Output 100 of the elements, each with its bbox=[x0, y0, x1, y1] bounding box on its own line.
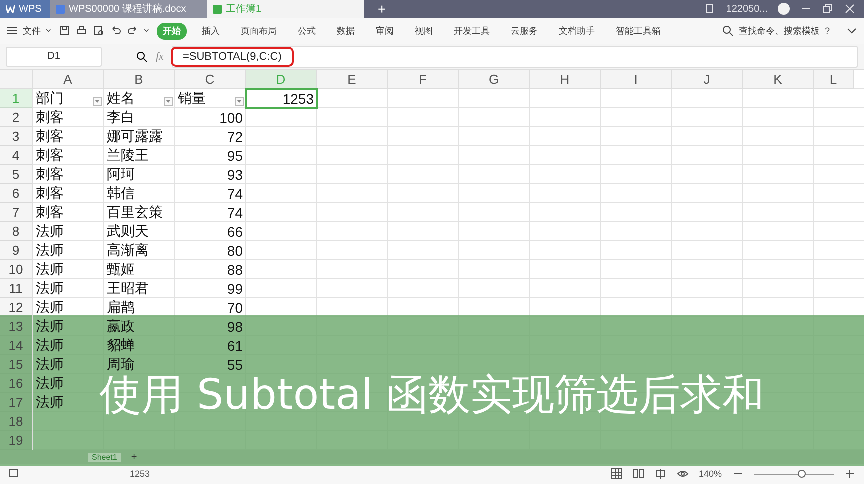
redo-icon[interactable] bbox=[127, 25, 139, 37]
grid-view-icon[interactable] bbox=[610, 468, 623, 480]
column-header[interactable]: A bbox=[33, 70, 104, 89]
help-button[interactable]: ? bbox=[824, 26, 830, 36]
table-cell-text: 刺客 bbox=[35, 146, 65, 164]
table-cell-text: 99 bbox=[226, 280, 244, 298]
ribbon-tab[interactable]: 插入 bbox=[196, 22, 226, 40]
ribbon-tab[interactable]: 文档助手 bbox=[553, 22, 601, 40]
table-cell-text: 93 bbox=[226, 166, 244, 184]
table-cell-text: 兰陵王 bbox=[106, 146, 150, 164]
table-cell: 姓名 bbox=[104, 89, 175, 108]
table-cell-text: 100 bbox=[218, 108, 244, 127]
layout-view-icon[interactable] bbox=[654, 468, 667, 480]
undo-icon[interactable] bbox=[110, 25, 122, 37]
name-box[interactable]: D1 bbox=[6, 46, 102, 66]
row-header[interactable]: 19 bbox=[0, 431, 33, 450]
tablet-icon[interactable] bbox=[704, 3, 716, 15]
sum-value: 1253 bbox=[130, 469, 150, 479]
table-cell-text: 武则天 bbox=[106, 222, 150, 240]
file-menu[interactable]: 文件 bbox=[23, 24, 41, 38]
row-header[interactable]: 4 bbox=[0, 146, 33, 165]
ribbon-tab[interactable]: 审阅 bbox=[370, 22, 400, 40]
table-cell-text: 法师 bbox=[35, 317, 65, 336]
table-cell-text: 周瑜 bbox=[106, 355, 136, 374]
column-header[interactable]: I bbox=[601, 70, 672, 89]
table-cell-text: 高渐离 bbox=[106, 241, 150, 260]
table-cell-text: 95 bbox=[226, 146, 244, 165]
filter-button[interactable] bbox=[235, 97, 244, 106]
row-header[interactable]: 14 bbox=[0, 336, 33, 355]
filter-button[interactable] bbox=[164, 97, 173, 106]
row-header[interactable]: 17 bbox=[0, 393, 33, 412]
row-header[interactable]: 12 bbox=[0, 298, 33, 317]
table-cell-text: 刺客 bbox=[35, 184, 65, 202]
table-cell-text: 法师 bbox=[35, 241, 65, 260]
ribbon-tab[interactable]: 云服务 bbox=[505, 22, 544, 40]
table-cell-text: 刺客 bbox=[35, 203, 65, 222]
column-header[interactable]: H bbox=[530, 70, 601, 89]
table-cell-text: 55 bbox=[226, 356, 244, 374]
command-search[interactable]: 查找命令、搜索模板 bbox=[738, 24, 820, 38]
ribbon-tab[interactable]: 智能工具箱 bbox=[610, 22, 667, 40]
save-icon[interactable] bbox=[59, 25, 71, 37]
caret-icon bbox=[237, 100, 242, 103]
row-header[interactable]: 11 bbox=[0, 279, 33, 298]
ribbon-tab[interactable]: 页面布局 bbox=[235, 22, 283, 40]
ribbon-tab[interactable]: 开发工具 bbox=[448, 22, 496, 40]
page-view-icon[interactable] bbox=[632, 468, 645, 480]
row-header[interactable]: 5 bbox=[0, 165, 33, 184]
ribbon-tab[interactable]: 数据 bbox=[331, 22, 361, 40]
ribbon-tab[interactable]: 视图 bbox=[409, 22, 439, 40]
column-header[interactable]: B bbox=[104, 70, 175, 89]
row-header[interactable]: 16 bbox=[0, 374, 33, 393]
row-header[interactable]: 6 bbox=[0, 184, 33, 203]
row-header[interactable]: 2 bbox=[0, 108, 33, 127]
table-cell-text: 法师 bbox=[35, 374, 65, 392]
column-header[interactable]: K bbox=[743, 70, 814, 89]
table-cell-text: 刺客 bbox=[35, 127, 65, 146]
column-header[interactable]: F bbox=[388, 70, 459, 89]
column-header[interactable]: G bbox=[459, 70, 530, 89]
table-cell-text: 法师 bbox=[35, 222, 65, 240]
close-icon[interactable] bbox=[844, 3, 856, 15]
account-name[interactable]: 122050... bbox=[726, 4, 768, 14]
row-header[interactable]: 9 bbox=[0, 241, 33, 260]
table-cell-text: 刺客 bbox=[35, 108, 65, 126]
zoom-icon[interactable] bbox=[136, 50, 148, 62]
zoom-slider-thumb[interactable] bbox=[798, 470, 806, 478]
status-icon[interactable] bbox=[8, 468, 20, 480]
add-sheet-button[interactable]: + bbox=[131, 452, 138, 462]
column-header[interactable]: E bbox=[317, 70, 388, 89]
column-header[interactable]: C bbox=[175, 70, 246, 89]
row-header[interactable]: 18 bbox=[0, 412, 33, 431]
restore-icon[interactable] bbox=[822, 3, 834, 15]
table-cell: 1253 bbox=[246, 89, 317, 108]
new-tab-button[interactable]: + bbox=[364, 0, 400, 18]
row-header[interactable]: 13 bbox=[0, 317, 33, 336]
table-cell: 销量 bbox=[175, 89, 246, 108]
row-header[interactable]: 10 bbox=[0, 260, 33, 279]
caption-text: 使用 Subtotal 函数实现筛选后求和 bbox=[100, 374, 764, 416]
search-icon[interactable] bbox=[722, 25, 734, 37]
zoom-level[interactable]: 140% bbox=[698, 469, 722, 479]
row-header[interactable]: 8 bbox=[0, 222, 33, 241]
table-cell-text: 法师 bbox=[35, 336, 65, 354]
avatar[interactable] bbox=[778, 3, 790, 15]
row-header[interactable]: 7 bbox=[0, 203, 33, 222]
table-cell-text: 74 bbox=[226, 184, 244, 203]
app-tab[interactable]: WPS bbox=[0, 0, 50, 18]
table-cell-text: 70 bbox=[226, 298, 244, 317]
menu-icon[interactable] bbox=[6, 25, 18, 37]
row-header[interactable]: 15 bbox=[0, 355, 33, 374]
eye-icon[interactable] bbox=[676, 468, 689, 480]
ribbon-tab[interactable]: 公式 bbox=[292, 22, 322, 40]
column-header[interactable]: L bbox=[814, 70, 854, 89]
zoom-in-icon[interactable] bbox=[844, 468, 856, 480]
table-cell-text: 72 bbox=[226, 128, 244, 146]
formula-field[interactable]: =SUBTOTAL(9,C:C) bbox=[172, 46, 858, 68]
row-header[interactable]: 3 bbox=[0, 127, 33, 146]
print-icon[interactable] bbox=[76, 25, 88, 37]
column-header[interactable]: J bbox=[672, 70, 743, 89]
filter-button[interactable] bbox=[93, 97, 102, 106]
preview-icon[interactable] bbox=[93, 25, 105, 37]
table-cell-text: 甄姬 bbox=[106, 260, 136, 278]
